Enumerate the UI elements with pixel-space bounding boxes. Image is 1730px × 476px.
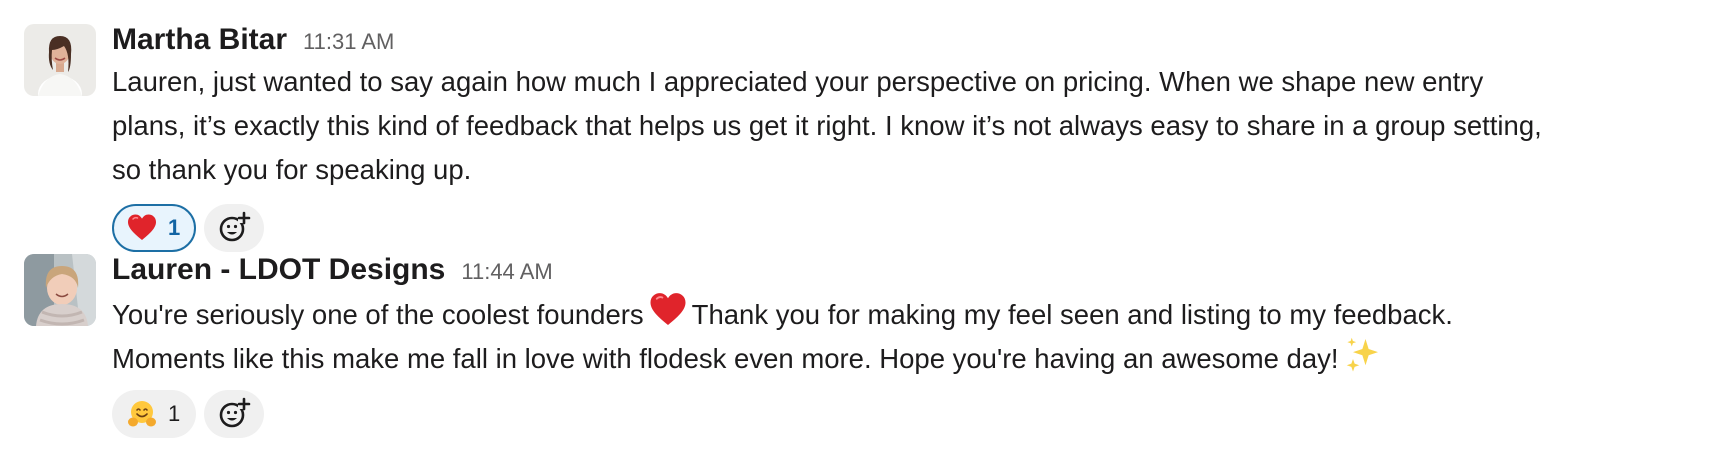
message-body: Lauren, just wanted to say again how muc… [112,60,1730,192]
message-timestamp[interactable]: 11:44 AM [461,252,552,292]
reactions-bar: 1 [112,202,1730,254]
message-line: You're seriously one of the coolest foun… [112,290,1730,334]
reaction-count: 1 [168,401,181,426]
message-header: Lauren - LDOT Designs 11:44 AM [112,250,1730,290]
message-text: Thank you for making my feel seen and li… [691,299,1453,330]
message-content: Lauren - LDOT Designs 11:44 AM You're se… [112,250,1730,440]
reaction-count: 1 [168,215,181,240]
add-reaction-button[interactable] [204,390,265,438]
message-line: Moments like this make me fall in love w… [112,334,1730,378]
message-body: You're seriously one of the coolest foun… [112,290,1730,378]
add-reaction-icon [219,211,251,242]
hugging-face-emoji-icon [126,398,158,430]
sender-name[interactable]: Martha Bitar [112,20,287,60]
sender-name[interactable]: Lauren - LDOT Designs [112,250,445,290]
message-line: Lauren, just wanted to say again how muc… [112,66,1484,97]
message-line: so thank you for speaking up. [112,154,472,185]
add-reaction-icon [219,397,251,428]
avatar[interactable] [24,24,96,96]
message-timestamp[interactable]: 11:31 AM [303,22,394,62]
message-line: plans, it’s exactly this kind of feedbac… [112,110,1542,141]
avatar-woman-white-shirt-icon [24,24,96,96]
reactions-bar: 1 [112,388,1730,440]
message-text: You're seriously one of the coolest foun… [112,299,644,330]
message-content: Martha Bitar 11:31 AM Lauren, just wante… [112,20,1730,254]
reaction-pill-heart[interactable]: 1 [112,204,197,252]
message-text: Moments like this make me fall in love w… [112,343,1339,374]
heart-emoji-icon [648,290,688,330]
reaction-pill-hugging-face[interactable]: 1 [112,390,197,438]
avatar-woman-scarf-icon [24,254,96,326]
add-reaction-button[interactable] [204,204,265,252]
sparkles-emoji-icon [1343,334,1383,374]
avatar[interactable] [24,254,96,326]
heart-emoji-icon [126,212,158,244]
message-header: Martha Bitar 11:31 AM [112,20,1730,60]
